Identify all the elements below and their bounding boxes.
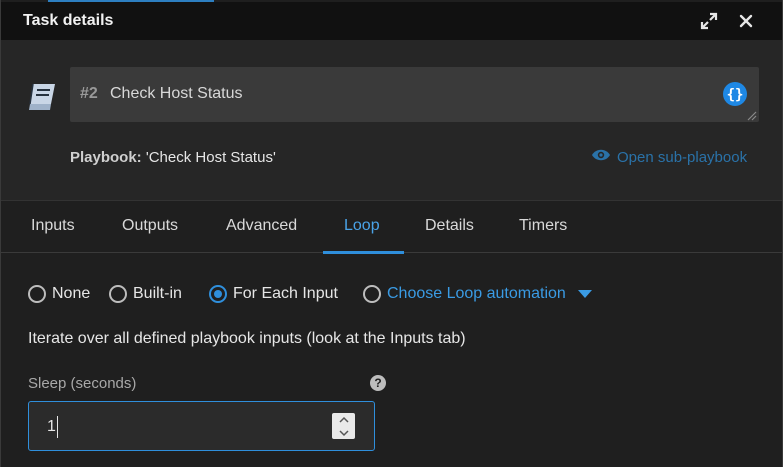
playbook-value: 'Check Host Status' [145,149,276,166]
radio-choose-loop-automation[interactable]: Choose Loop automation [363,285,592,303]
sleep-label: Sleep (seconds) [28,375,137,392]
eye-icon [591,148,611,166]
svg-text:{}: {} [727,87,744,103]
playbook-label: Playbook: [70,149,142,166]
open-sub-playbook-label: Open sub-playbook [617,148,748,166]
loop-description: Iterate over all defined playbook inputs… [28,330,466,347]
tab-outputs[interactable]: Outputs [122,217,178,235]
expand-icon[interactable] [699,11,719,31]
tab-timers[interactable]: Timers [519,217,567,235]
task-number: #2 [80,85,98,102]
close-icon[interactable] [736,11,756,31]
tab-loop[interactable]: Loop [344,217,380,235]
radio-for-each-input-circle[interactable] [209,285,227,303]
tab-bar: Inputs Outputs Advanced Loop Details Tim… [1,200,782,254]
radio-built-in[interactable]: Built-in [109,285,182,303]
book-icon [27,82,59,112]
radio-for-each-input-label: For Each Input [233,285,338,302]
choose-loop-automation-label[interactable]: Choose Loop automation [387,285,566,303]
task-name-field[interactable]: #2 Check Host Status {} [70,67,759,122]
tab-inputs[interactable]: Inputs [31,217,75,235]
stepper-up-icon[interactable] [332,413,355,426]
open-sub-playbook-link[interactable]: Open sub-playbook [591,148,747,166]
chevron-down-icon[interactable] [577,290,592,298]
radio-built-in-circle[interactable] [109,285,127,303]
radio-choose-loop-automation-circle[interactable] [363,285,381,303]
radio-none-label: None [52,285,91,302]
active-tab-indicator [323,251,404,254]
radio-none[interactable]: None [28,285,90,303]
sleep-stepper[interactable] [332,413,355,439]
sleep-seconds-input[interactable]: 1 [28,401,375,451]
radio-built-in-label: Built-in [133,285,182,302]
titlebar: Task details [1,2,782,40]
task-details-panel: Task details #2 Check Host Status {} Pla… [0,0,783,467]
task-name: Check Host Status [110,85,243,102]
window-title: Task details [23,12,114,29]
help-icon[interactable]: ? [370,375,386,391]
text-cursor [57,416,58,438]
resize-grip-icon[interactable] [745,108,757,121]
curly-braces-icon[interactable]: {} [722,81,748,107]
radio-none-circle[interactable] [28,285,46,303]
stepper-down-icon[interactable] [332,426,355,439]
playbook-line: Playbook: 'Check Host Status' [70,149,276,166]
sleep-value: 1 [47,418,56,435]
radio-for-each-input[interactable]: For Each Input [209,285,338,303]
tab-details[interactable]: Details [425,217,474,235]
tab-advanced[interactable]: Advanced [226,217,297,235]
